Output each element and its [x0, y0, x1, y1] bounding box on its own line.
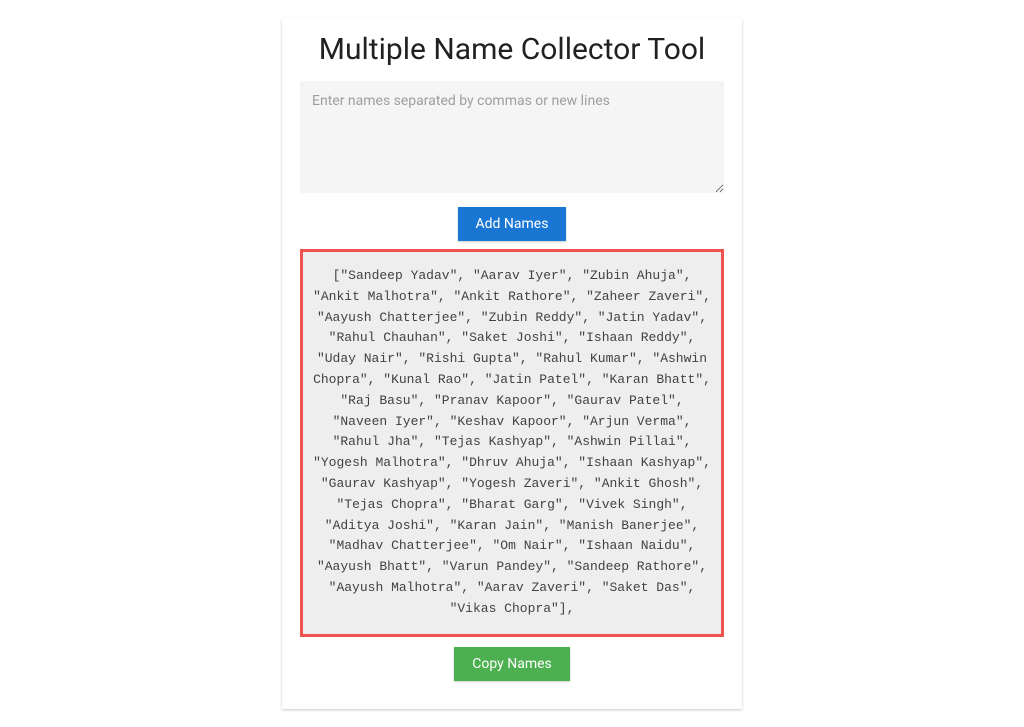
names-output-box: ["Sandeep Yadav", "Aarav Iyer", "Zubin A…: [300, 249, 724, 637]
main-card: Multiple Name Collector Tool Add Names […: [282, 18, 742, 709]
page-title: Multiple Name Collector Tool: [300, 32, 724, 67]
copy-names-button[interactable]: Copy Names: [454, 647, 570, 681]
names-input[interactable]: [300, 81, 724, 193]
copy-button-row: Copy Names: [300, 647, 724, 681]
add-button-row: Add Names: [300, 207, 724, 241]
add-names-button[interactable]: Add Names: [458, 207, 567, 241]
